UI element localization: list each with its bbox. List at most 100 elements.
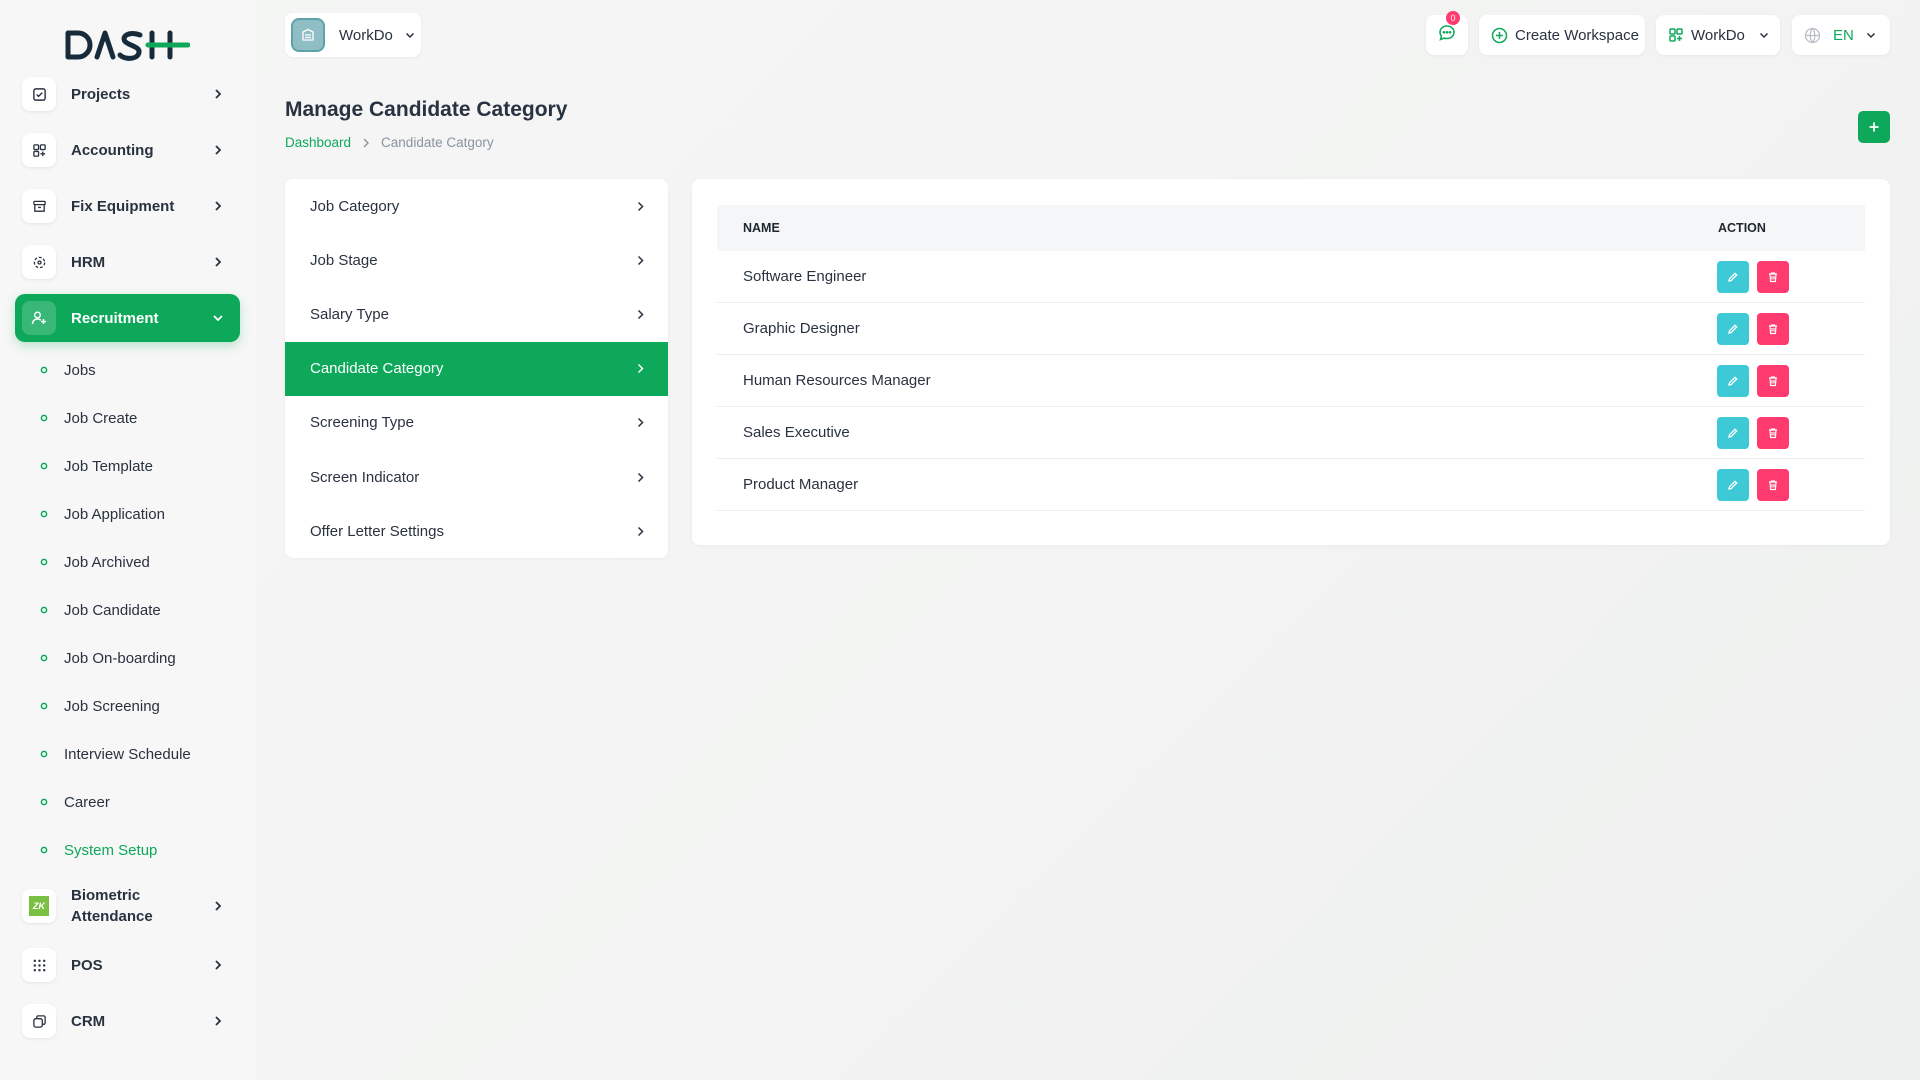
language-label: EN xyxy=(1833,26,1854,44)
bullet-icon xyxy=(40,750,48,758)
submenu-item-jobs[interactable]: Jobs xyxy=(40,358,96,382)
chevron-down-icon xyxy=(405,26,415,44)
sidebar-item-projects[interactable]: Projects xyxy=(15,70,240,118)
submenu-item-label: Job Candidate xyxy=(64,601,161,619)
submenu-item-system-setup[interactable]: System Setup xyxy=(40,838,157,862)
submenu-item-job-template[interactable]: Job Template xyxy=(40,454,153,478)
workspace-menu-button[interactable]: WorkDo xyxy=(1656,15,1780,55)
sidebar-item-accounting[interactable]: Accounting xyxy=(15,126,240,174)
workspace-select[interactable]: WorkDo xyxy=(285,13,421,57)
row-actions xyxy=(1717,364,1789,397)
bullet-icon xyxy=(40,798,48,806)
dash-logo[interactable] xyxy=(64,28,190,62)
row-actions xyxy=(1717,312,1789,345)
category-name: Human Resources Manager xyxy=(743,372,931,389)
setup-menu-item-screen-indicator[interactable]: Screen Indicator xyxy=(285,450,668,504)
setup-menu-label: Salary Type xyxy=(310,305,389,323)
setup-menu-label: Screen Indicator xyxy=(310,468,420,486)
delete-button[interactable] xyxy=(1757,260,1789,293)
submenu-item-job-screening[interactable]: Job Screening xyxy=(40,694,160,718)
chevron-right-icon xyxy=(637,526,644,537)
sidebar-item-label: HRM xyxy=(71,253,106,271)
chevron-down-icon xyxy=(1759,32,1769,39)
archive-icon xyxy=(22,189,56,223)
submenu-item-job-onboarding[interactable]: Job On-boarding xyxy=(40,646,176,670)
edit-button[interactable] xyxy=(1717,312,1749,345)
setup-menu-item-screening-type[interactable]: Screening Type xyxy=(285,396,668,450)
candidate-category-table: NAME ACTION Software Engineer Graphic De… xyxy=(692,179,1890,545)
submenu-item-job-application[interactable]: Job Application xyxy=(40,502,165,526)
edit-button[interactable] xyxy=(1717,364,1749,397)
submenu-item-label: Job Application xyxy=(64,505,165,523)
breadcrumb-current: Candidate Catgory xyxy=(381,135,494,150)
language-select[interactable]: EN xyxy=(1792,15,1890,55)
submenu-item-job-candidate[interactable]: Job Candidate xyxy=(40,598,161,622)
sidebar-item-label: CRM xyxy=(71,1012,106,1030)
zk-icon: ZK xyxy=(22,889,56,923)
sidebar-item-recruitment[interactable]: Recruitment xyxy=(15,294,240,342)
setup-menu-item-job-category[interactable]: Job Category xyxy=(285,179,668,233)
bullet-icon xyxy=(40,414,48,422)
table-row: Software Engineer xyxy=(717,251,1865,303)
submenu-item-label: Job Screening xyxy=(64,697,160,715)
messages-button[interactable]: 0 xyxy=(1426,11,1468,55)
chevron-right-icon xyxy=(637,201,644,212)
chevron-right-icon xyxy=(208,959,228,971)
setup-menu-item-job-stage[interactable]: Job Stage xyxy=(285,233,668,287)
pencil-icon xyxy=(1728,375,1738,386)
trash-icon xyxy=(1769,427,1777,438)
submenu-item-interview-schedule[interactable]: Interview Schedule xyxy=(40,742,191,766)
setup-menu-item-candidate-category[interactable]: Candidate Category xyxy=(285,341,668,396)
bullet-icon xyxy=(40,510,48,518)
checkbox-icon xyxy=(22,77,56,111)
add-candidate-category-button[interactable] xyxy=(1858,111,1890,143)
sidebar: Projects Accounting Fix Equipment HRM Re… xyxy=(0,0,256,1080)
column-header-name[interactable]: NAME xyxy=(743,221,780,235)
bullet-icon xyxy=(40,462,48,470)
grid-icon xyxy=(22,133,56,167)
sidebar-item-fix-equipment[interactable]: Fix Equipment xyxy=(15,182,240,230)
edit-button[interactable] xyxy=(1717,260,1749,293)
column-header-action: ACTION xyxy=(1718,221,1766,235)
edit-button[interactable] xyxy=(1717,416,1749,449)
delete-button[interactable] xyxy=(1757,312,1789,345)
chevron-right-icon xyxy=(637,363,644,374)
sidebar-item-label: Recruitment xyxy=(71,309,159,327)
submenu-item-job-create[interactable]: Job Create xyxy=(40,406,137,430)
edit-button[interactable] xyxy=(1717,468,1749,501)
sidebar-item-pos[interactable]: POS xyxy=(15,941,240,989)
sidebar-item-label: Accounting xyxy=(71,141,154,159)
delete-button[interactable] xyxy=(1757,364,1789,397)
submenu-item-label: Job Template xyxy=(64,457,153,475)
create-workspace-label: Create Workspace xyxy=(1515,26,1639,44)
breadcrumb-dashboard-link[interactable]: Dashboard xyxy=(285,135,351,150)
delete-button[interactable] xyxy=(1757,468,1789,501)
delete-button[interactable] xyxy=(1757,416,1789,449)
sidebar-item-hrm[interactable]: HRM xyxy=(15,238,240,286)
sidebar-item-crm[interactable]: CRM xyxy=(15,997,240,1045)
setup-menu-label: Job Category xyxy=(310,197,400,215)
sidebar-item-biometric-attendance[interactable]: ZK Biometric Attendance xyxy=(15,877,240,935)
chevron-right-icon xyxy=(208,900,228,912)
submenu-item-career[interactable]: Career xyxy=(40,790,110,814)
setup-menu-label: Offer Letter Settings xyxy=(310,522,444,540)
row-actions xyxy=(1717,468,1789,501)
chevron-down-icon xyxy=(208,314,228,322)
notification-badge: 0 xyxy=(1446,11,1460,25)
dots-grid-icon xyxy=(22,948,56,982)
table-header: NAME ACTION xyxy=(717,205,1865,251)
chevron-right-icon xyxy=(208,1015,228,1027)
chevron-right-icon xyxy=(208,256,228,268)
page-title: Manage Candidate Category xyxy=(285,98,568,121)
setup-menu-label: Job Stage xyxy=(310,251,378,269)
crm-icon xyxy=(22,1004,56,1038)
chevron-right-icon xyxy=(637,472,644,483)
plus-circle-icon xyxy=(1491,27,1508,44)
submenu-item-job-archived[interactable]: Job Archived xyxy=(40,550,150,574)
create-workspace-button[interactable]: Create Workspace xyxy=(1479,15,1645,55)
pencil-icon xyxy=(1728,323,1738,334)
setup-menu-item-offer-letter-settings[interactable]: Offer Letter Settings xyxy=(285,504,668,558)
category-name: Sales Executive xyxy=(743,424,850,441)
breadcrumb: Dashboard Candidate Catgory xyxy=(285,135,494,150)
setup-menu-item-salary-type[interactable]: Salary Type xyxy=(285,287,668,341)
